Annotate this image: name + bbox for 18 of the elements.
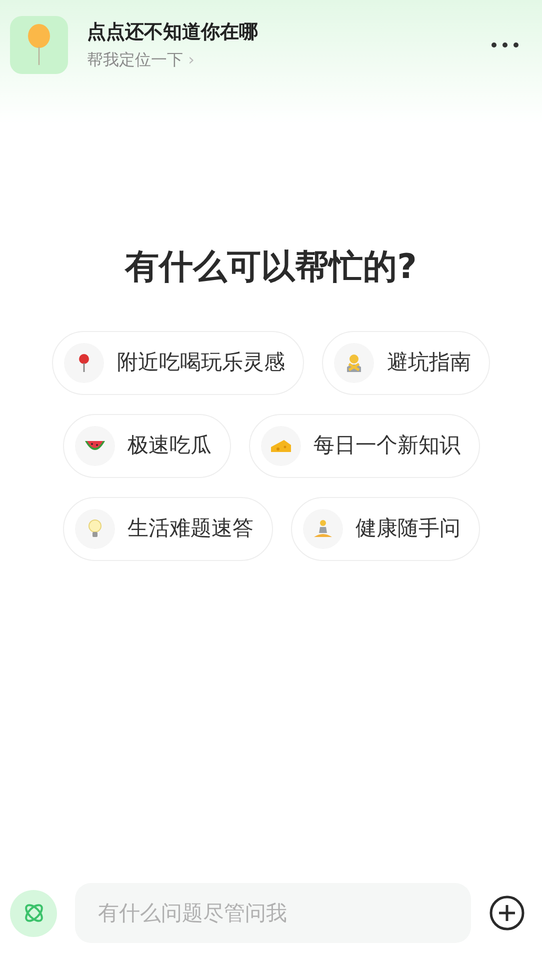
watermelon-icon bbox=[84, 439, 106, 453]
message-input[interactable]: 有什么问题尽管问我 bbox=[75, 883, 471, 943]
suggestion-chip[interactable]: 极速吃瓜 bbox=[62, 414, 230, 478]
suggestion-chip[interactable]: 生活难题速答 bbox=[62, 497, 272, 561]
person-icon bbox=[344, 353, 364, 373]
add-icon[interactable] bbox=[489, 895, 525, 931]
header-title: 点点还不知道你在哪 bbox=[87, 20, 259, 45]
heading: 有什么可以帮忙的? bbox=[124, 246, 418, 289]
lightbulb-icon bbox=[88, 519, 102, 539]
pin-icon bbox=[77, 353, 91, 373]
cheese-icon bbox=[270, 438, 292, 454]
balloon-icon bbox=[26, 24, 52, 66]
suggestion-chip[interactable]: 健康随手问 bbox=[290, 497, 480, 561]
suggestion-chip[interactable]: 每日一个新知识 bbox=[248, 414, 480, 478]
suggestion-chip[interactable]: 避坑指南 bbox=[322, 331, 490, 395]
more-icon[interactable] bbox=[490, 41, 520, 49]
meditating-person-icon bbox=[312, 519, 332, 539]
suggestion-chip[interactable]: 附近吃喝玩乐灵感 bbox=[52, 331, 304, 395]
